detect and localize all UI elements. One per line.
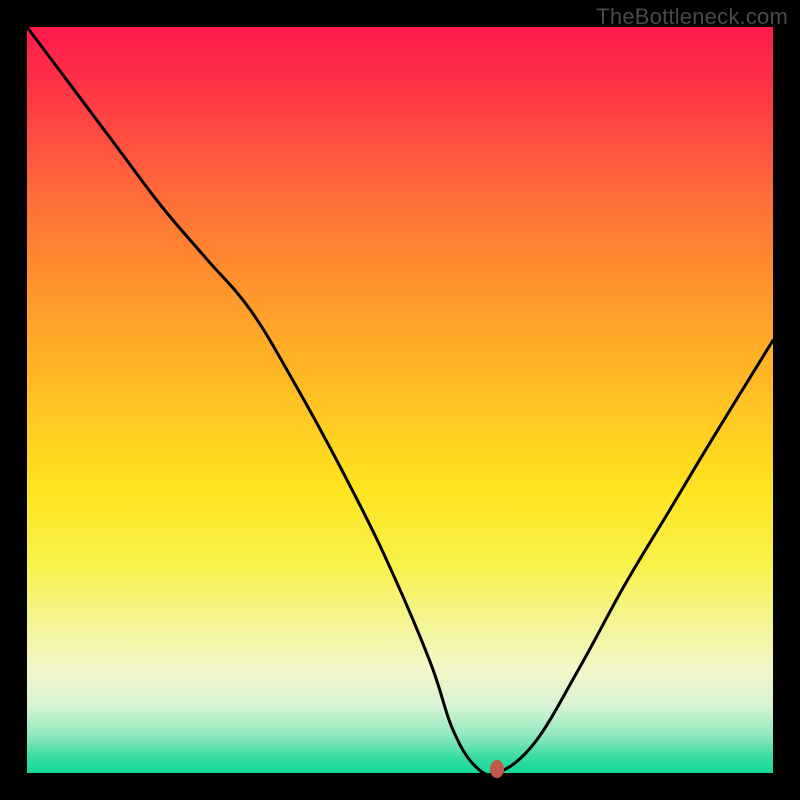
watermark-text: TheBottleneck.com	[596, 4, 788, 30]
minimum-marker	[490, 760, 504, 778]
bottleneck-curve	[27, 27, 773, 773]
chart-frame: TheBottleneck.com	[0, 0, 800, 800]
